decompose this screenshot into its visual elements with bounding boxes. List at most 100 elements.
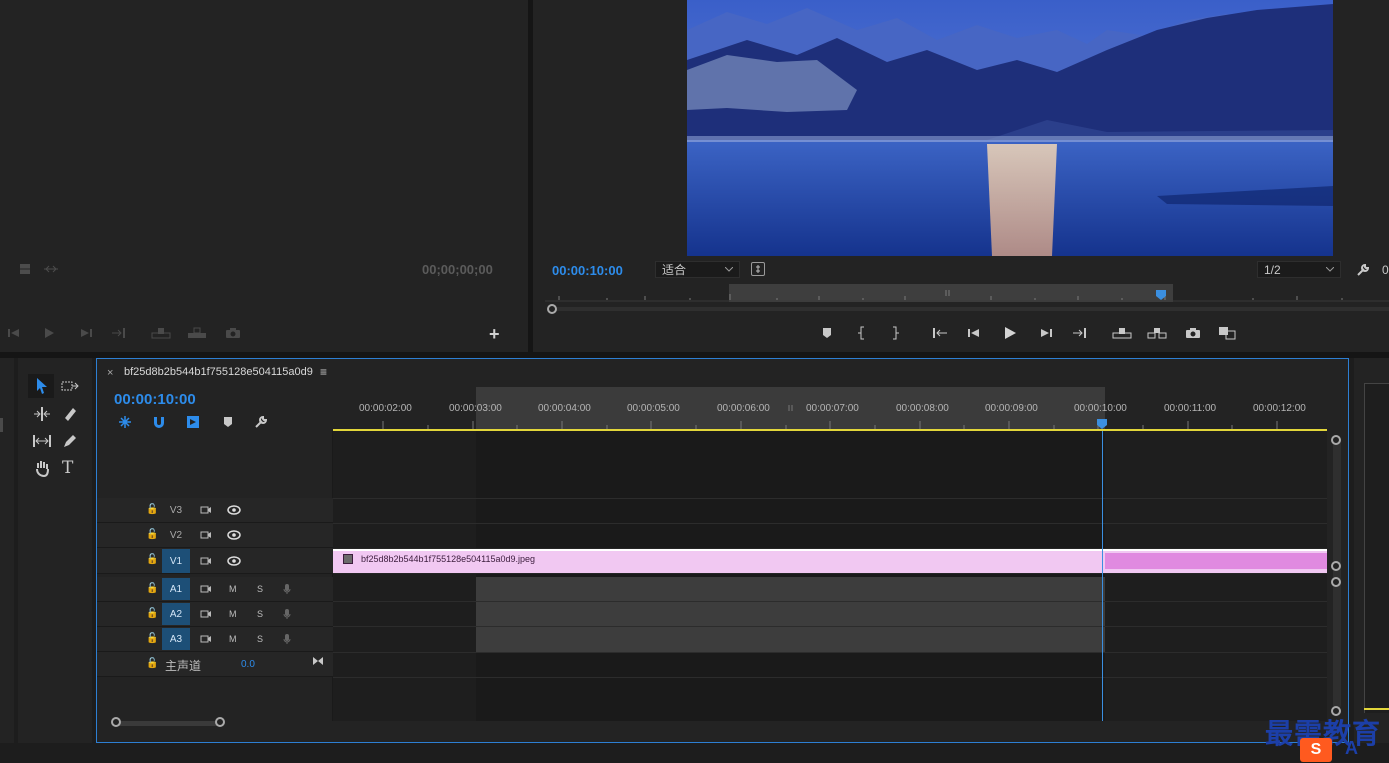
toggle-output-icon[interactable] xyxy=(199,632,213,646)
track-content-area[interactable]: bf25d8b2b544b1f755128e504115a0d9.jpeg xyxy=(333,431,1327,721)
safe-margins-icon[interactable] xyxy=(751,262,765,276)
mute-button[interactable]: M xyxy=(229,609,237,619)
hand-icon[interactable] xyxy=(32,458,52,478)
track-name-v1[interactable]: V1 xyxy=(162,549,190,573)
resolution-dropdown[interactable]: 1/2 xyxy=(1257,261,1341,278)
timeline-ruler[interactable]: 00:00:02:00 00:00:03:00 00:00:04:00 00:0… xyxy=(333,387,1327,431)
play-icon[interactable] xyxy=(42,326,56,340)
zoom-dropdown[interactable]: 适合 xyxy=(655,261,740,278)
track-name-v2[interactable]: V2 xyxy=(162,524,190,546)
selection-tool-icon[interactable] xyxy=(32,376,52,396)
compare-icon[interactable] xyxy=(1217,325,1237,341)
nest-icon[interactable] xyxy=(117,414,133,430)
close-tab-icon[interactable]: × xyxy=(107,367,113,379)
track-name-v3[interactable]: V3 xyxy=(162,499,190,521)
slip-icon[interactable] xyxy=(32,431,52,451)
toggle-output-icon[interactable] xyxy=(199,528,213,542)
go-out-icon[interactable] xyxy=(110,326,128,340)
mic-icon[interactable] xyxy=(281,607,293,621)
plus-icon[interactable]: + xyxy=(489,325,500,343)
zoom-handle-left[interactable] xyxy=(111,717,121,727)
solo-button[interactable]: S xyxy=(257,634,263,644)
watermark-letter-icon: A xyxy=(1345,738,1358,758)
master-volume-value[interactable]: 0.0 xyxy=(241,659,255,670)
lift-icon[interactable] xyxy=(1111,326,1133,340)
track-header-v3: 🔓 V3 xyxy=(97,498,333,523)
go-in-icon[interactable] xyxy=(931,326,949,340)
toggle-output-icon[interactable] xyxy=(199,607,213,621)
razor-icon[interactable] xyxy=(60,404,80,424)
magnet-icon[interactable] xyxy=(151,414,167,430)
mic-icon[interactable] xyxy=(281,632,293,646)
master-collapse-icon[interactable] xyxy=(311,655,325,667)
solo-button[interactable]: S xyxy=(257,609,263,619)
overwrite-clip-icon[interactable] xyxy=(186,326,208,340)
toggle-output-icon[interactable] xyxy=(199,554,213,568)
scroll-handle-top[interactable] xyxy=(1331,435,1341,445)
marker-icon[interactable] xyxy=(820,326,834,340)
lock-icon[interactable]: 🔓 xyxy=(146,504,158,515)
lock-icon[interactable]: 🔓 xyxy=(146,529,158,540)
track-select-icon[interactable] xyxy=(60,376,80,396)
zoom-value: 适合 xyxy=(662,263,687,277)
scroll-handle-left[interactable] xyxy=(547,304,557,314)
scroll-handle-mid[interactable] xyxy=(1331,561,1341,571)
lock-icon[interactable]: 🔓 xyxy=(146,633,158,644)
program-timecode[interactable]: 00:00:10:00 xyxy=(552,263,623,278)
timeline-playhead[interactable] xyxy=(1102,431,1103,721)
type-icon[interactable]: T xyxy=(62,458,73,478)
lock-icon[interactable]: 🔓 xyxy=(146,583,158,594)
program-video-frame xyxy=(687,0,1333,256)
track-header-a2: 🔓 A2 M S xyxy=(97,602,333,627)
timeline-zoom-scrollbar[interactable] xyxy=(111,717,231,729)
mark-in-icon[interactable] xyxy=(855,325,869,341)
toggle-output-icon[interactable] xyxy=(199,503,213,517)
lock-icon[interactable]: 🔓 xyxy=(146,658,158,669)
eye-icon[interactable] xyxy=(226,503,242,517)
sequence-tab-title[interactable]: bf25d8b2b544b1f755128e504115a0d9 xyxy=(124,366,313,378)
mark-out-icon[interactable] xyxy=(888,325,902,341)
toggle-output-icon[interactable] xyxy=(199,582,213,596)
track-name-a2[interactable]: A2 xyxy=(162,603,190,625)
lock-icon[interactable]: 🔓 xyxy=(146,608,158,619)
program-zoom-scrollbar[interactable] xyxy=(545,304,1389,314)
solo-button[interactable]: S xyxy=(257,584,263,594)
video-clip[interactable]: bf25d8b2b544b1f755128e504115a0d9.jpeg xyxy=(333,549,1327,573)
program-time-ruler[interactable] xyxy=(545,284,1389,302)
step-back-icon[interactable] xyxy=(966,326,982,340)
mic-icon[interactable] xyxy=(281,582,293,596)
marker-icon[interactable] xyxy=(221,415,235,429)
vertical-scrollbar[interactable] xyxy=(1327,431,1347,721)
camera-icon[interactable] xyxy=(1184,326,1202,340)
source-timecode[interactable]: 00;00;00;00 xyxy=(422,262,493,277)
watermark-badge-icon: S xyxy=(1300,738,1332,762)
extract-icon[interactable] xyxy=(1146,326,1168,340)
insert-icon[interactable] xyxy=(42,262,60,276)
step-forward-icon[interactable] xyxy=(78,326,94,340)
wrench-icon[interactable] xyxy=(1355,262,1371,278)
linked-icon[interactable] xyxy=(185,414,201,430)
step-back-icon[interactable] xyxy=(6,326,22,340)
ripple-edit-icon[interactable] xyxy=(32,404,52,424)
track-name-a3[interactable]: A3 xyxy=(162,628,190,650)
chevron-down-icon xyxy=(725,267,733,272)
zoom-handle-right[interactable] xyxy=(215,717,225,727)
timeline-timecode[interactable]: 00:00:10:00 xyxy=(114,391,196,408)
pen-icon[interactable] xyxy=(60,431,80,451)
scroll-handle-audio[interactable] xyxy=(1331,577,1341,587)
mute-button[interactable]: M xyxy=(229,584,237,594)
camera-icon[interactable] xyxy=(224,326,242,340)
lock-icon[interactable]: 🔓 xyxy=(146,554,158,565)
play-icon[interactable] xyxy=(1002,325,1018,341)
track-name-a1[interactable]: A1 xyxy=(162,578,190,600)
insert-clip-icon[interactable] xyxy=(150,326,172,340)
eye-icon[interactable] xyxy=(226,528,242,542)
step-forward-icon[interactable] xyxy=(1038,326,1054,340)
chevron-down-icon xyxy=(1326,267,1334,272)
go-out-icon[interactable] xyxy=(1071,326,1089,340)
wrench-icon[interactable] xyxy=(253,414,269,430)
mute-button[interactable]: M xyxy=(229,634,237,644)
tab-menu-icon[interactable]: ≡ xyxy=(320,365,327,379)
eye-icon[interactable] xyxy=(226,554,242,568)
grid-icon[interactable] xyxy=(18,262,32,276)
